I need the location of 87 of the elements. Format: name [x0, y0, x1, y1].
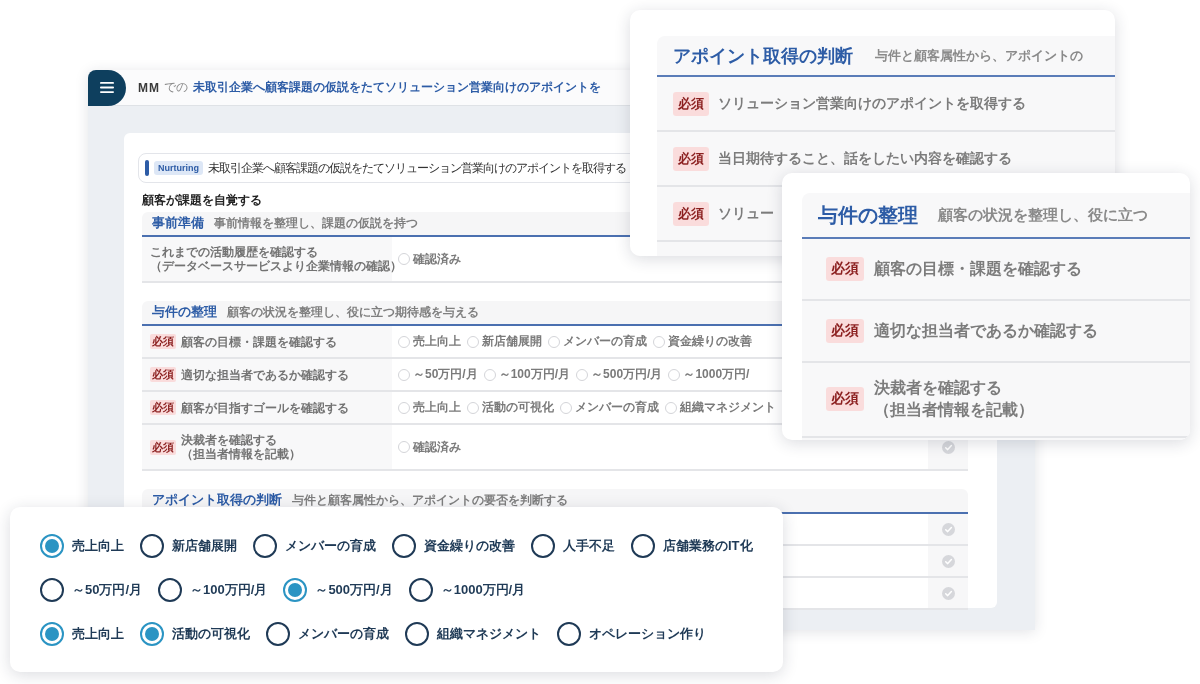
option-label: 確認済み: [413, 250, 461, 268]
option-label: 人手不足: [563, 537, 615, 555]
section-title: 事前準備: [152, 215, 204, 232]
section-description: 顧客の状況を整理し、役に立つ期待感を与える: [227, 304, 479, 321]
option-label: 確認済み: [413, 438, 461, 456]
section-description: 与件と顧客属性から、アポイントの要否を判断する: [292, 492, 568, 509]
option-label: 店舗業務のIT化: [663, 537, 753, 555]
banner-text: 未取引企業へ顧客課題の仮説をたてソリューション営業向けのアポイントを取得する: [208, 159, 626, 177]
menu-icon: [100, 82, 114, 93]
required-badge: 必須: [150, 367, 176, 382]
menu-button[interactable]: [88, 69, 126, 106]
option-label: ～500万円/月: [591, 366, 663, 383]
required-badge: 必須: [826, 257, 864, 281]
radio-button[interactable]: [405, 622, 429, 646]
item-label: 当日期待すること、話をしたい内容を確認する: [718, 148, 1012, 168]
section-title: 与件の整理: [818, 202, 918, 228]
item-label: 適切な担当者であるか確認する: [874, 320, 1098, 342]
item-label: 適切な担当者であるか確認する: [181, 367, 349, 382]
required-badge: 必須: [826, 319, 864, 343]
radio-button[interactable]: [557, 622, 581, 646]
item-label: 顧客の目標・課題を確認する: [874, 258, 1082, 279]
option-label: ～1000万円/: [683, 366, 750, 383]
option-label: ～50万円/月: [413, 366, 478, 383]
option-label: オペレーション作り: [589, 625, 706, 643]
option-label: ～100万円/月: [190, 581, 268, 599]
section-description: 事前情報を整理し、課題の仮説を持つ: [214, 215, 418, 232]
stage-tag: Nurturing: [154, 161, 203, 175]
radio-button[interactable]: [40, 534, 64, 558]
radio-button[interactable]: [253, 534, 277, 558]
section-description: 与件と顧客属性から、アポイントの: [875, 46, 1083, 65]
option-label: ～100万円/月: [498, 366, 571, 383]
option-label: ～50万円/月: [72, 581, 143, 599]
option-label: ～1000万円/月: [440, 581, 526, 599]
required-badge: 必須: [673, 201, 709, 226]
item-label: 顧客の目標・課題を確認する: [181, 334, 337, 349]
radio-button[interactable]: [631, 534, 655, 558]
option-label: メンバーの育成: [298, 625, 389, 643]
radio-button[interactable]: [158, 578, 183, 602]
radio-button[interactable]: [408, 578, 433, 602]
section-title: アポイント取得の判断: [673, 44, 853, 68]
option-label: 売上向上: [413, 333, 461, 350]
option-label: メンバーの育成: [575, 399, 659, 416]
section-description: 顧客の状況を整理し、役に立つ: [938, 205, 1148, 225]
required-badge: 必須: [150, 334, 176, 349]
item-label: （担当者情報を記載）: [181, 447, 301, 461]
item-label: （担当者情報を記載）: [874, 400, 1034, 421]
item-label: ソリューション営業向けのアポイントを取得する: [718, 93, 1026, 113]
radio-button[interactable]: [140, 622, 164, 646]
option-label: 活動の可視化: [172, 625, 250, 643]
option-label: 資金繰りの改善: [668, 333, 752, 350]
page-title: 未取引企業へ顧客課題の仮説をたてソリューション営業向けのアポイントを: [193, 79, 601, 96]
option-label: 新店舗展開: [172, 537, 237, 555]
radio-button[interactable]: [283, 578, 308, 602]
required-badge: 必須: [673, 146, 709, 171]
required-badge: 必須: [150, 439, 176, 455]
item-label: ソリュー: [718, 203, 774, 223]
required-badge: 必須: [673, 91, 709, 116]
radio-button[interactable]: [40, 578, 64, 602]
item-label: 決裁者を確認する: [181, 433, 278, 447]
item-label: 決裁者を確認する: [874, 378, 1003, 398]
section-title: 与件の整理: [152, 304, 217, 321]
owner-name: MM: [138, 80, 160, 95]
item-label: これまでの活動履歴を確認する: [150, 245, 319, 259]
radio-button[interactable]: [531, 534, 555, 558]
accent-bar: [145, 160, 149, 176]
option-label: メンバーの育成: [563, 333, 647, 350]
option-label: 活動の可視化: [482, 399, 554, 416]
radio-button[interactable]: [392, 534, 416, 558]
option-label: ～500万円/月: [315, 581, 393, 599]
radio-button[interactable]: [40, 622, 64, 646]
option-label: 資金繰りの改善: [424, 537, 515, 555]
option-label: 売上向上: [72, 625, 124, 643]
option-label: 売上向上: [72, 537, 124, 555]
required-badge: 必須: [150, 400, 176, 415]
required-badge: 必須: [826, 387, 864, 412]
item-label: 顧客が目指すゴールを確認する: [181, 400, 349, 415]
section-title: アポイント取得の判断: [152, 492, 282, 509]
title-particle: での: [164, 79, 188, 96]
option-label: 組織マネジメント: [437, 625, 541, 643]
item-label: （データベースサービスより企業情報の確認）: [150, 259, 402, 273]
option-label: 組織マネジメント: [680, 399, 776, 416]
option-label: 新店舗展開: [482, 333, 542, 350]
option-label: 売上向上: [413, 399, 461, 416]
radio-button[interactable]: [140, 534, 164, 558]
stage-label: 顧客が課題を自覚する: [142, 193, 262, 207]
radio-button[interactable]: [266, 622, 290, 646]
option-label: メンバーの育成: [285, 537, 376, 555]
